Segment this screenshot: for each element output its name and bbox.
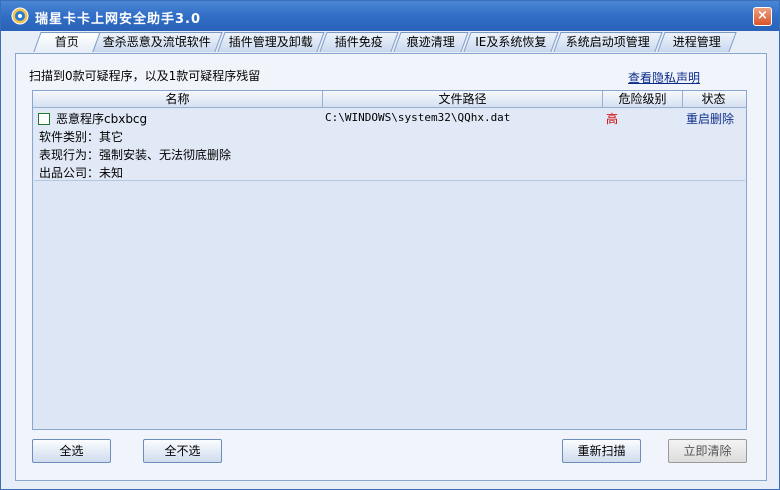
rising-logo-icon	[11, 7, 29, 25]
result-list[interactable]: 名称 文件路径 危险级别 状态 恶意程序cbxbcg C:\WINDOWS\sy…	[32, 90, 747, 430]
title-bar[interactable]: 瑞星卡卡上网安全助手3.0 ×	[1, 1, 779, 31]
tab-startup-manage[interactable]: 系统启动项管理	[553, 32, 663, 52]
tab-process-manage[interactable]: 进程管理	[657, 32, 737, 52]
tab-home[interactable]: 首页	[33, 32, 101, 52]
rescan-button[interactable]: 重新扫描	[562, 439, 641, 463]
item-risk: 高	[606, 112, 619, 126]
column-header-name[interactable]: 名称	[33, 91, 323, 108]
scan-summary: 扫描到0款可疑程序，以及1款可疑程序残留	[29, 69, 261, 83]
clean-now-button[interactable]: 立即清除	[668, 439, 747, 463]
item-path: C:\WINDOWS\system32\QQhx.dat	[325, 111, 511, 124]
close-button[interactable]: ×	[753, 7, 772, 26]
tab-ie-restore[interactable]: IE及系统恢复	[463, 32, 559, 52]
item-detail-behavior: 表现行为：强制安装、无法彻底删除	[39, 148, 232, 162]
row-checkbox[interactable]	[38, 113, 50, 125]
tab-scan-malware[interactable]: 查杀恶意及流氓软件	[91, 32, 223, 52]
close-icon: ×	[757, 8, 768, 23]
tab-plugin-manage[interactable]: 插件管理及卸载	[217, 32, 325, 52]
tab-bar: 首页 查杀恶意及流氓软件 插件管理及卸载 插件免疫 痕迹清理 IE及系统恢复 系…	[11, 32, 771, 54]
item-detail-publisher: 出品公司：未知	[39, 166, 124, 180]
item-detail-category: 软件类别：其它	[39, 130, 124, 144]
item-status[interactable]: 重启删除	[686, 110, 734, 127]
column-header-status[interactable]: 状态	[683, 91, 744, 108]
column-header-path[interactable]: 文件路径	[323, 91, 603, 108]
tab-plugin-immune[interactable]: 插件免疫	[319, 32, 399, 52]
select-all-button[interactable]: 全选	[32, 439, 111, 463]
app-window: 瑞星卡卡上网安全助手3.0 × 首页 查杀恶意及流氓软件 插件管理及卸载 插件免…	[0, 0, 780, 490]
item-name: 恶意程序cbxbcg	[56, 112, 148, 126]
tab-trace-clean[interactable]: 痕迹清理	[393, 32, 469, 52]
select-none-button[interactable]: 全不选	[143, 439, 222, 463]
column-header-risk[interactable]: 危险级别	[603, 91, 683, 108]
privacy-link[interactable]: 查看隐私声明	[628, 69, 700, 86]
list-header: 名称 文件路径 危险级别 状态	[33, 91, 746, 108]
window-title: 瑞星卡卡上网安全助手3.0	[35, 12, 202, 27]
table-row[interactable]: 恶意程序cbxbcg C:\WINDOWS\system32\QQhx.dat …	[34, 109, 745, 181]
